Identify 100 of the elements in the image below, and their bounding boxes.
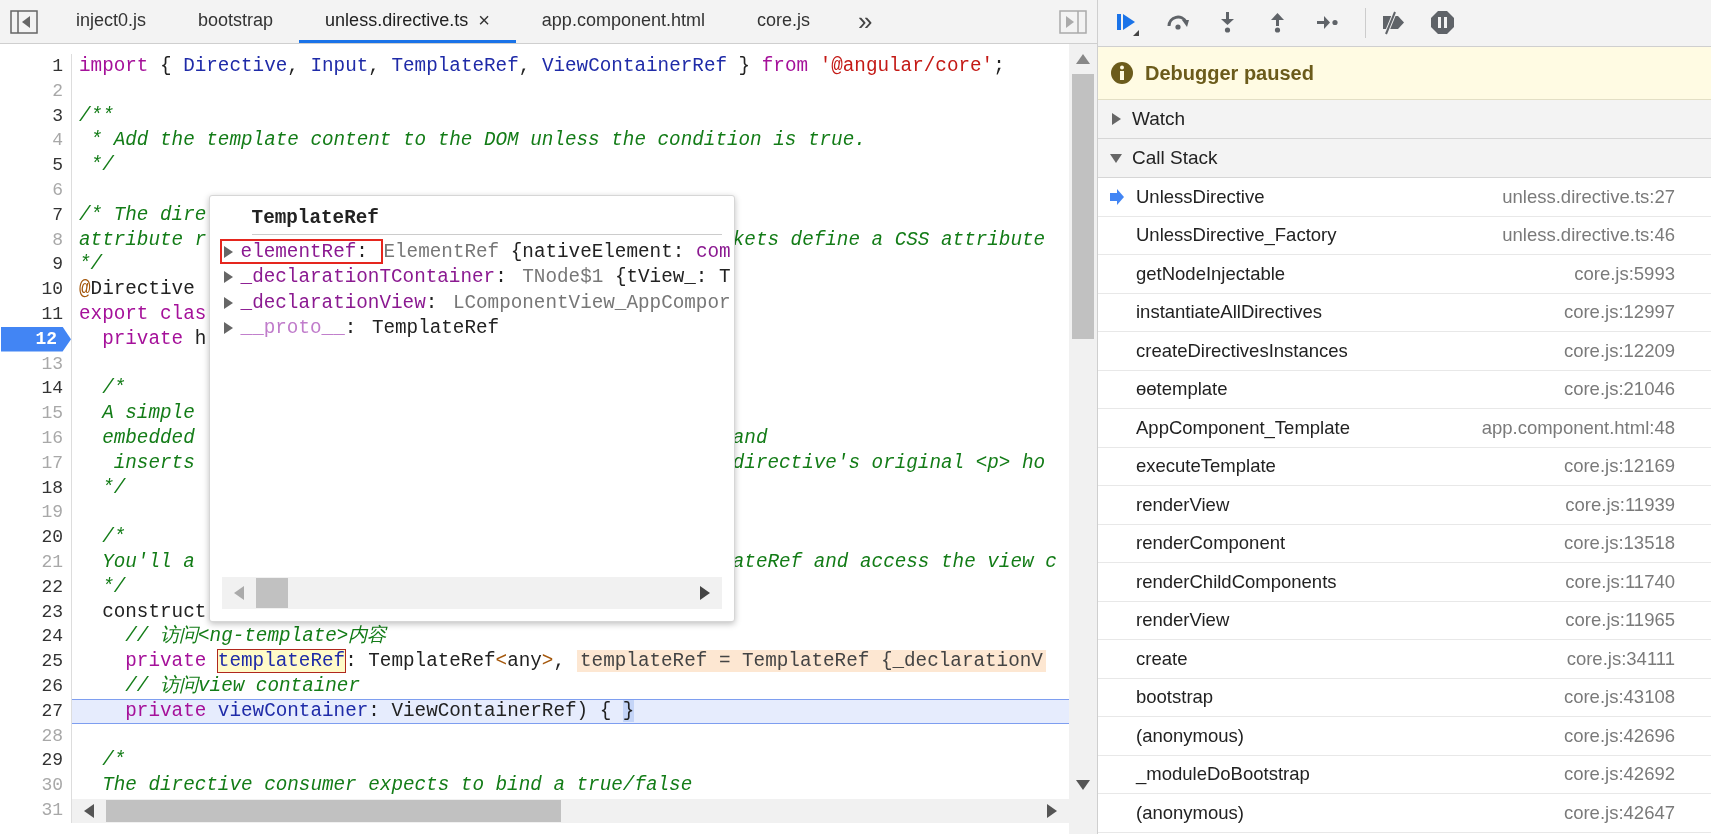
line-number: 19 <box>41 501 64 525</box>
expand-arrow-icon[interactable] <box>223 322 233 335</box>
line-number: 18 <box>41 476 64 500</box>
line-number: 5 <box>52 154 64 178</box>
frame-location[interactable]: core.js:42647 <box>1563 801 1675 824</box>
scroll-down-icon[interactable] <box>1076 780 1090 790</box>
panel-toggle-icon[interactable] <box>1059 9 1087 34</box>
call-frame[interactable]: renderChildComponents core.js:11740 <box>1098 563 1711 602</box>
call-frame[interactable]: (anonymous) core.js:42696 <box>1098 717 1711 756</box>
frame-location[interactable]: core.js:21046 <box>1563 378 1675 401</box>
call-frame[interactable]: create core.js:34111 <box>1098 640 1711 679</box>
code-line: and <box>732 426 768 449</box>
call-frame[interactable]: renderView core.js:11939 <box>1098 486 1711 525</box>
line-number: 3 <box>52 104 64 128</box>
frame-location[interactable]: app.component.html:48 <box>1481 416 1675 439</box>
scrollbar-thumb[interactable] <box>106 799 561 822</box>
line-number: 8 <box>52 228 64 252</box>
code-line: /* <box>101 749 126 772</box>
breakpoint-marker[interactable]: 12 <box>1 326 71 352</box>
frame-name: bootstrap <box>1136 686 1214 709</box>
frame-name: UnlessDirective_Factory <box>1136 224 1337 247</box>
frame-name: create <box>1136 647 1188 670</box>
frame-name: instantiateAllDirectives <box>1136 301 1323 324</box>
call-frame[interactable]: instantiateAllDirectives core.js:12997 <box>1098 293 1711 332</box>
call-frame[interactable]: AppComponent_Template app.component.html:48 <box>1098 409 1711 448</box>
frame-location[interactable]: core.js:5993 <box>1574 262 1675 285</box>
frame-location[interactable]: unless.directive.ts:27 <box>1502 185 1675 208</box>
expand-arrow-icon[interactable] <box>1110 113 1122 125</box>
call-frame[interactable]: ɵɵtemplate core.js:21046 <box>1098 370 1711 409</box>
call-frame[interactable]: renderView core.js:11965 <box>1098 601 1711 640</box>
line-number: 27 <box>41 699 64 723</box>
line-number: 6 <box>52 179 64 202</box>
code-line: private templateRef: TemplateRef<any>, <box>124 650 565 673</box>
frame-location[interactable]: core.js:43108 <box>1563 686 1675 709</box>
pause-icon[interactable] <box>1430 10 1456 36</box>
call-frame[interactable]: (anonymous) core.js:42647 <box>1098 794 1711 833</box>
expand-arrow-icon[interactable] <box>223 245 233 258</box>
file-tab[interactable]: core.js <box>730 0 836 43</box>
section-header[interactable]: Watch <box>1098 100 1711 139</box>
call-frame[interactable]: _moduleDoBootstrap core.js:42692 <box>1098 755 1711 794</box>
expand-arrow-icon[interactable] <box>223 296 233 309</box>
line-number: 20 <box>41 526 64 550</box>
line-number: 4 <box>52 129 64 153</box>
call-frame[interactable]: createDirectivesInstances core.js:12209 <box>1098 332 1711 371</box>
scrollbar-thumb[interactable] <box>255 577 288 608</box>
more-tabs-button[interactable]: » <box>857 6 873 37</box>
frame-location[interactable]: core.js:12209 <box>1563 339 1675 362</box>
file-tab[interactable]: inject0.js <box>50 0 173 43</box>
code-line: private viewContainer: ViewContainerRef) { } <box>124 699 635 722</box>
property-name[interactable]: _declarationView: <box>240 291 449 314</box>
call-frame[interactable]: bootstrap core.js:43108 <box>1098 678 1711 717</box>
code-line: /** <box>79 104 114 127</box>
call-frame[interactable]: renderComponent core.js:13518 <box>1098 524 1711 563</box>
frame-location[interactable]: core.js:12997 <box>1563 301 1675 324</box>
frame-location[interactable]: core.js:11965 <box>1565 609 1675 632</box>
file-tab[interactable]: bootstrap <box>172 0 300 43</box>
frame-location[interactable]: core.js:34111 <box>1566 647 1675 670</box>
call-frame[interactable]: UnlessDirective unless.directive.ts:27 <box>1098 178 1711 217</box>
call-frame[interactable]: getNodeInjectable core.js:5993 <box>1098 255 1711 294</box>
call-frame[interactable]: executeTemplate core.js:12169 <box>1098 447 1711 486</box>
file-tab[interactable]: unless.directive.ts × <box>299 0 516 43</box>
property-name[interactable]: _declarationTContainer: <box>240 266 519 289</box>
close-icon[interactable]: × <box>478 8 490 32</box>
code-line: */ <box>79 253 103 276</box>
frame-location[interactable]: core.js:42692 <box>1563 763 1675 786</box>
line-number: 30 <box>41 774 64 798</box>
frame-location[interactable]: core.js:11740 <box>1565 570 1675 593</box>
frame-name: getNodeInjectable <box>1136 262 1286 285</box>
frame-location[interactable]: core.js:12169 <box>1563 455 1675 478</box>
horizontal-scrollbar[interactable] <box>72 798 1069 823</box>
frame-name: _moduleDoBootstrap <box>1136 763 1310 786</box>
frame-name: executeTemplate <box>1136 455 1276 478</box>
code-line: */ <box>101 476 126 499</box>
scroll-up-icon[interactable] <box>1076 54 1090 64</box>
section-header[interactable]: Call Stack <box>1098 139 1711 178</box>
property-name[interactable]: elementRef: <box>240 240 380 263</box>
frame-location[interactable]: core.js:13518 <box>1563 532 1675 555</box>
property-name[interactable]: __proto__: <box>240 317 368 340</box>
sidebar-toggle-icon[interactable] <box>10 9 38 34</box>
code-line: You'll a <box>101 550 195 573</box>
line-number: 10 <box>41 278 64 302</box>
frame-name: createDirectivesInstances <box>1136 339 1348 362</box>
code-line: private h <box>101 327 207 350</box>
file-tab[interactable]: app.component.html <box>515 0 731 43</box>
expand-arrow-icon[interactable] <box>223 271 233 284</box>
scrollbar-thumb[interactable] <box>1072 74 1094 339</box>
horizontal-scrollbar[interactable] <box>221 576 722 609</box>
scroll-left-icon[interactable] <box>84 803 94 818</box>
scroll-right-icon[interactable] <box>699 585 710 600</box>
code-line: // 访问view container <box>124 674 360 697</box>
call-frame[interactable]: UnlessDirective_Factory unless.directive.ts:46 <box>1098 216 1711 255</box>
frame-name: renderView <box>1136 609 1230 632</box>
frame-location[interactable]: core.js:42696 <box>1563 724 1675 747</box>
code-line: /* The dire <box>79 203 207 226</box>
deactivate-breakpoints-icon[interactable] <box>1380 10 1406 36</box>
collapse-arrow-icon[interactable] <box>1110 152 1122 164</box>
vertical-scrollbar[interactable] <box>1069 44 1097 834</box>
frame-location[interactable]: core.js:11939 <box>1565 493 1675 516</box>
frame-location[interactable]: unless.directive.ts:46 <box>1502 224 1675 247</box>
scroll-right-icon[interactable] <box>1047 803 1057 818</box>
